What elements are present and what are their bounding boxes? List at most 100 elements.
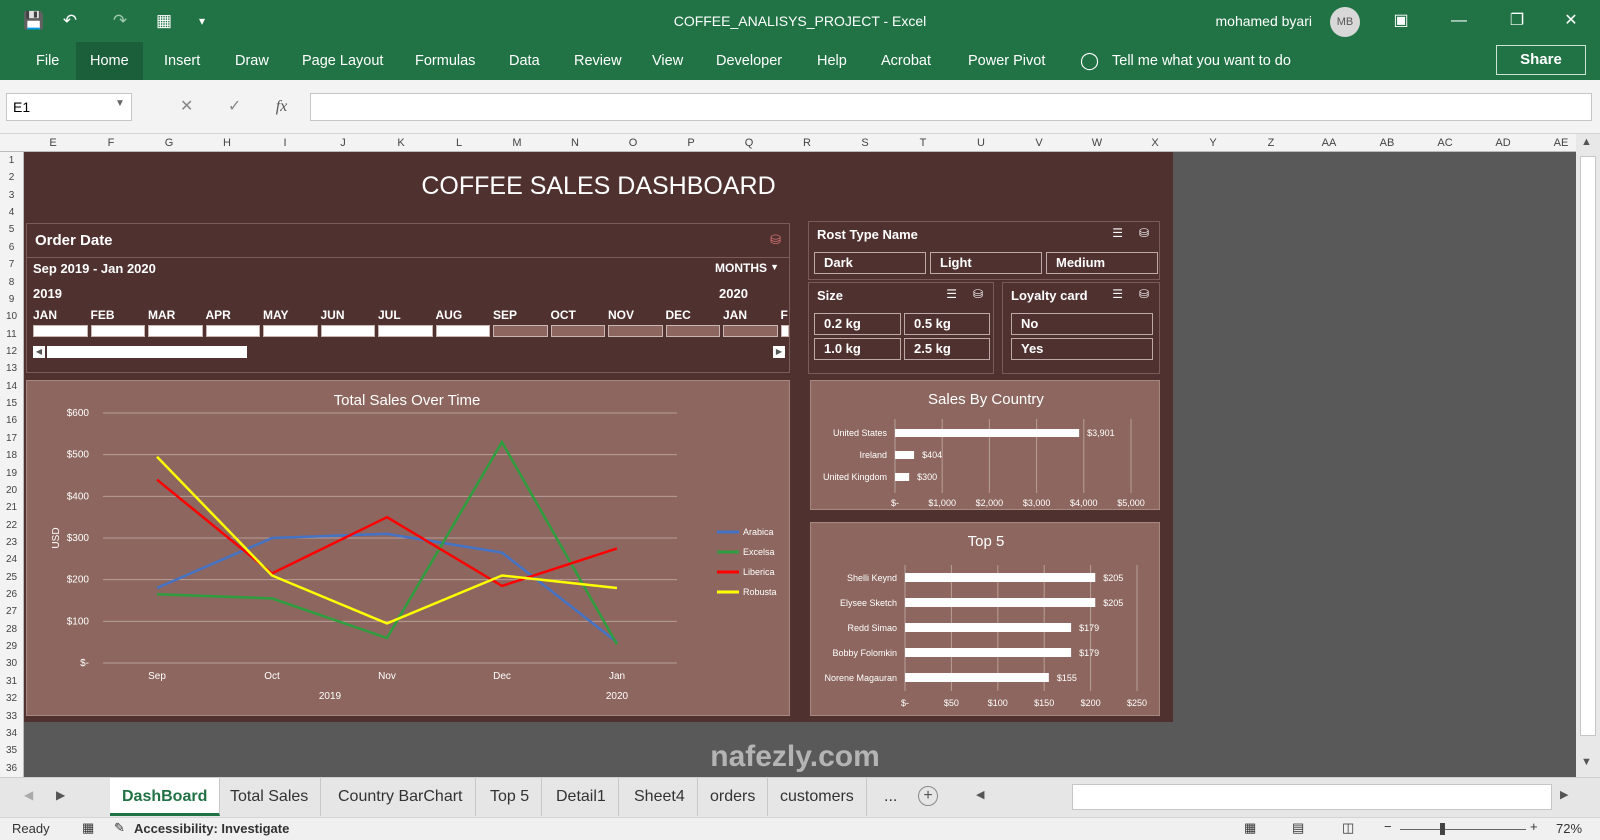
size-0-5-button[interactable]: 0.5 kg [904, 313, 990, 335]
row-header[interactable]: 14 [0, 378, 23, 395]
row-header[interactable]: 30 [0, 655, 23, 672]
tab-review[interactable]: Review [560, 42, 636, 80]
loyalty-yes-button[interactable]: Yes [1011, 338, 1153, 360]
column-header[interactable]: V [1010, 134, 1068, 152]
tab-formulas[interactable]: Formulas [401, 42, 489, 80]
column-header[interactable]: S [836, 134, 894, 152]
row-header[interactable]: 5 [0, 221, 23, 238]
row-header[interactable]: 15 [0, 395, 23, 412]
column-header[interactable]: Q [720, 134, 778, 152]
row-header[interactable]: 9 [0, 291, 23, 308]
row-header[interactable]: 25 [0, 569, 23, 586]
roast-light-button[interactable]: Light [930, 252, 1042, 274]
next-sheet-icon[interactable]: ▶ [56, 788, 65, 802]
tab-acrobat[interactable]: Acrobat [867, 42, 945, 80]
page-break-view-icon[interactable]: ◫ [1342, 820, 1354, 836]
row-header[interactable]: 20 [0, 482, 23, 499]
column-header[interactable]: AC [1416, 134, 1474, 152]
column-header[interactable]: L [430, 134, 488, 152]
row-header[interactable]: 4 [0, 204, 23, 221]
roast-medium-button[interactable]: Medium [1046, 252, 1158, 274]
timeline-month-bar[interactable] [205, 325, 260, 337]
add-sheet-icon[interactable]: + [918, 786, 938, 806]
column-header[interactable]: J [314, 134, 372, 152]
tab-draw[interactable]: Draw [221, 42, 283, 80]
row-header[interactable]: 3 [0, 187, 23, 204]
timeline-month-bar[interactable] [493, 325, 548, 337]
column-header[interactable]: E [24, 134, 82, 152]
row-header[interactable]: 8 [0, 274, 23, 291]
name-box-dropdown-icon[interactable]: ▼ [115, 98, 125, 109]
row-header[interactable]: 23 [0, 534, 23, 551]
enter-icon[interactable]: ✓ [228, 98, 241, 115]
hscroll-right-icon[interactable]: ▶ [1560, 788, 1568, 801]
column-header[interactable]: Z [1242, 134, 1300, 152]
column-header[interactable]: AA [1300, 134, 1358, 152]
tab-page-layout[interactable]: Page Layout [288, 42, 397, 80]
sheet-tab-total-sales[interactable]: Total Sales [218, 778, 322, 816]
zoom-in-icon[interactable]: + [1530, 819, 1538, 834]
vertical-scrollbar[interactable]: ▲ ▼ [1576, 134, 1600, 777]
row-header[interactable]: 31 [0, 673, 23, 690]
timeline-month-bar[interactable] [723, 325, 778, 337]
tab-data[interactable]: Data [495, 42, 554, 80]
row-header[interactable]: 1 [0, 152, 23, 169]
tab-home[interactable]: Home [76, 42, 143, 80]
timeline-scroll-right-icon[interactable]: ▶ [773, 346, 785, 358]
zoom-level[interactable]: 72% [1556, 821, 1582, 836]
cancel-icon[interactable]: ✕ [180, 98, 193, 115]
row-header[interactable]: 28 [0, 621, 23, 638]
sales-by-country-chart[interactable]: Sales By Country $- $1,000 $2,000 $3,000 $4,0… [810, 380, 1160, 510]
row-header[interactable]: 17 [0, 430, 23, 447]
row-header[interactable]: 36 [0, 760, 23, 777]
page-layout-view-icon[interactable]: ▤ [1292, 820, 1304, 836]
column-header[interactable]: R [778, 134, 836, 152]
formula-input[interactable] [310, 93, 1592, 121]
sheet-tab-top5[interactable]: Top 5 [478, 778, 543, 816]
row-header[interactable]: 35 [0, 742, 23, 759]
tab-developer[interactable]: Developer [702, 42, 796, 80]
tab-power-pivot[interactable]: Power Pivot [954, 42, 1059, 80]
row-header[interactable]: 13 [0, 360, 23, 377]
sheet-tab-sheet4[interactable]: Sheet4 [622, 778, 698, 816]
size-0-2-button[interactable]: 0.2 kg [814, 313, 901, 335]
sheet-tab-dashboard[interactable]: DashBoard [110, 778, 221, 816]
roast-dark-button[interactable]: Dark [814, 252, 926, 274]
tab-insert[interactable]: Insert [150, 42, 214, 80]
column-header[interactable]: U [952, 134, 1010, 152]
row-header[interactable]: 6 [0, 239, 23, 256]
column-header[interactable]: X [1126, 134, 1184, 152]
total-sales-chart[interactable]: Total Sales Over Time $- $100 $200 $300 $400 $… [26, 380, 790, 716]
clear-filter-icon[interactable]: ⛁ [770, 232, 781, 248]
column-header[interactable]: I [256, 134, 314, 152]
timeline-scrollbar[interactable] [47, 346, 247, 358]
sheet-tab-detail1[interactable]: Detail1 [544, 778, 619, 816]
scroll-thumb[interactable] [1580, 156, 1596, 736]
timeline-month-bar[interactable] [665, 325, 720, 337]
timeline-month-bar[interactable] [263, 325, 318, 337]
share-button[interactable]: Share [1496, 45, 1586, 75]
row-header[interactable]: 24 [0, 551, 23, 568]
column-header[interactable]: N [546, 134, 604, 152]
timeline-month-bar[interactable] [608, 325, 663, 337]
name-box[interactable]: E1 [6, 93, 132, 121]
close-icon[interactable]: ✕ [1548, 0, 1594, 42]
timeline-scroll-left-icon[interactable]: ◀ [33, 346, 45, 358]
prev-sheet-icon[interactable]: ◀ [24, 788, 33, 802]
user-name[interactable]: mohamed byari [1216, 0, 1313, 42]
row-header[interactable]: 32 [0, 690, 23, 707]
normal-view-icon[interactable]: ▦ [1244, 820, 1256, 836]
sheet-tab-customers[interactable]: customers [768, 778, 867, 816]
row-header[interactable]: 2 [0, 169, 23, 186]
timeline-month-bar[interactable] [780, 325, 789, 337]
column-header[interactable]: M [488, 134, 546, 152]
column-header[interactable]: O [604, 134, 662, 152]
row-header[interactable]: 18 [0, 447, 23, 464]
clear-filter-icon[interactable]: ⛁ [1139, 226, 1149, 240]
accessibility-status[interactable]: Accessibility: Investigate [134, 821, 289, 836]
horizontal-scrollbar[interactable] [1072, 784, 1552, 810]
row-header[interactable]: 16 [0, 412, 23, 429]
zoom-slider[interactable] [1400, 829, 1526, 830]
column-header[interactable]: Y [1184, 134, 1242, 152]
column-header[interactable]: G [140, 134, 198, 152]
